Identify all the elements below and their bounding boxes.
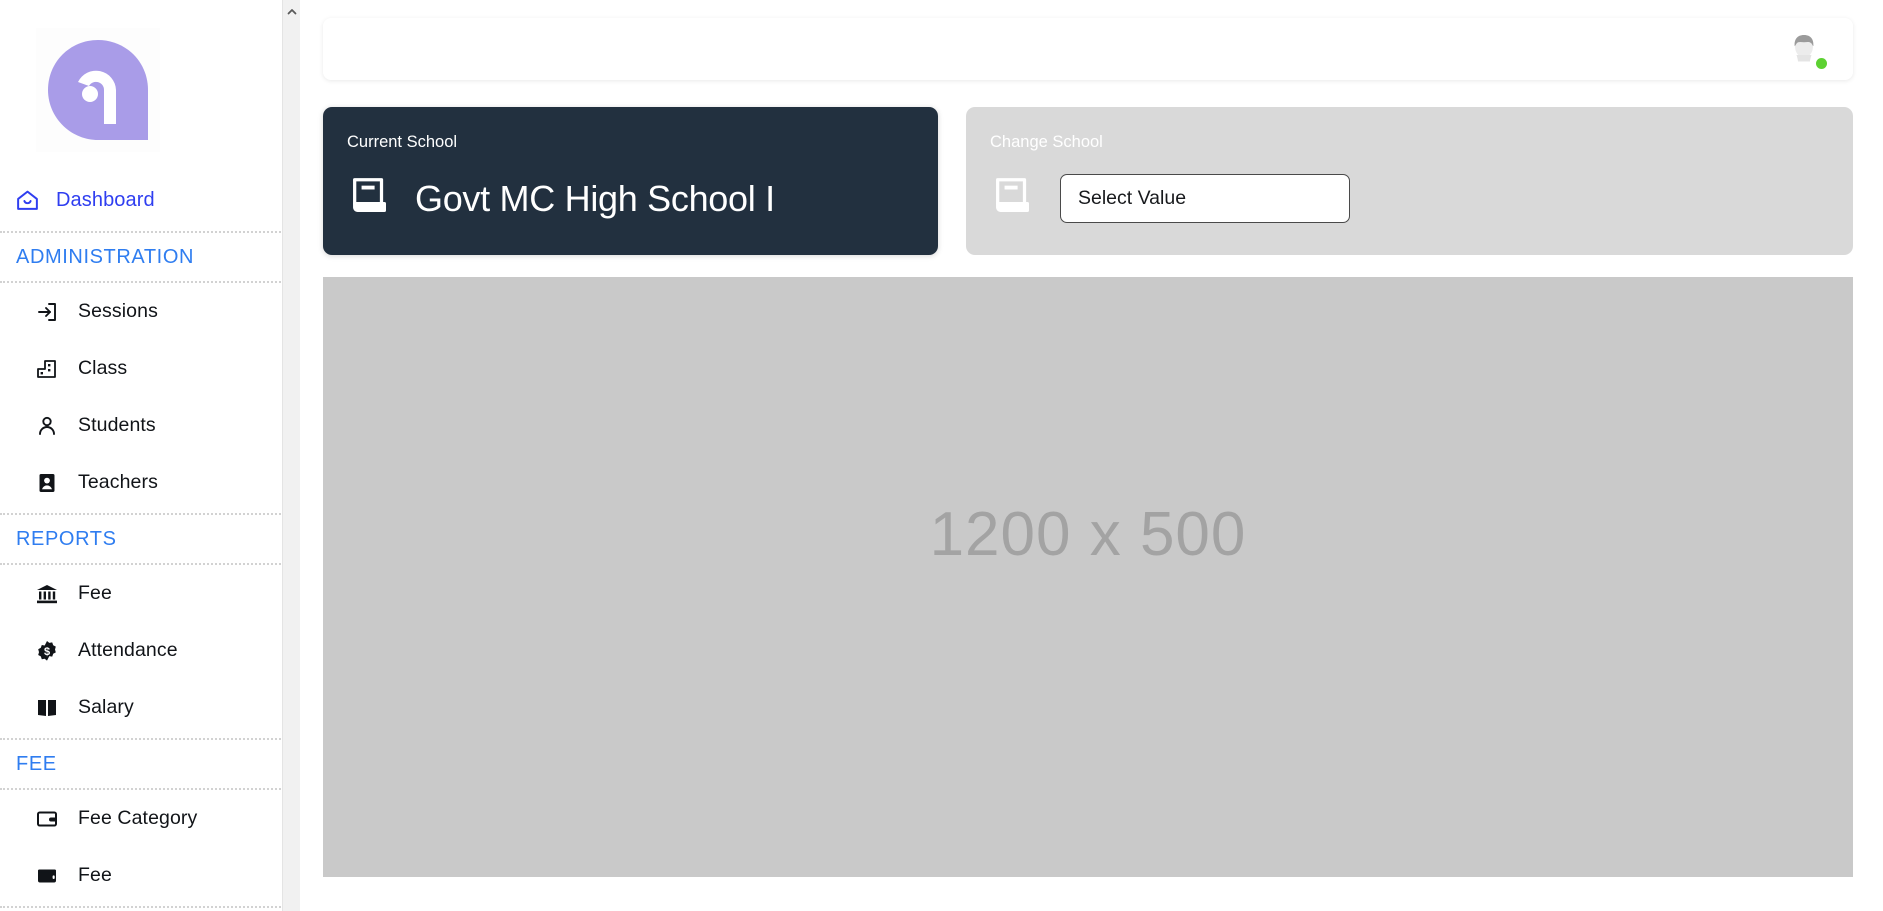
sidebar-section-attendance: ATTENDANCE	[0, 906, 300, 911]
current-school-card: Current School Govt MC High School I	[323, 107, 938, 255]
home-icon	[14, 188, 40, 214]
school-select-input[interactable]: Select Value	[1060, 174, 1350, 223]
sidebar-section-administration: ADMINISTRATION	[0, 231, 300, 283]
book-icon	[347, 173, 393, 224]
card-title: Change School	[990, 133, 1103, 151]
sidebar-section-label: ADMINISTRATION	[16, 245, 195, 268]
logo-container	[0, 0, 300, 172]
sidebar-item-class[interactable]: Class	[0, 340, 300, 397]
sidebar-item-fee-report[interactable]: Fee	[0, 565, 300, 622]
sidebar-scrollbar[interactable]	[282, 0, 300, 911]
top-header-bar	[323, 18, 1853, 80]
sidebar-item-label: Fee	[78, 864, 112, 886]
sidebar: Dashboard ADMINISTRATION Sessions Class …	[0, 0, 300, 911]
login-arrow-icon	[34, 299, 60, 325]
sidebar-item-label: Sessions	[78, 300, 158, 322]
change-school-card: Change School Select Value	[966, 107, 1853, 255]
status-badge	[1816, 58, 1827, 69]
card-body: Govt MC High School I	[347, 173, 912, 224]
main-content: Current School Govt MC High School I Cha…	[300, 0, 1883, 911]
placeholder-label: 1200 x 500	[929, 500, 1247, 569]
sidebar-item-label: Attendance	[78, 639, 178, 661]
sidebar-item-attendance-report[interactable]: $ Attendance	[0, 622, 300, 679]
card-body: Select Value	[990, 173, 1827, 224]
svg-text:$: $	[44, 646, 50, 658]
app-logo-droplet-a-icon	[36, 28, 160, 152]
sidebar-item-label: Students	[78, 414, 156, 436]
building-icon	[34, 356, 60, 382]
chevron-up-icon[interactable]	[283, 3, 300, 21]
app-root: Dashboard ADMINISTRATION Sessions Class …	[0, 0, 1883, 911]
sidebar-item-label: Salary	[78, 696, 134, 718]
dollar-badge-icon: $	[34, 638, 60, 664]
wallet-filled-icon	[34, 863, 60, 889]
sidebar-content: Dashboard ADMINISTRATION Sessions Class …	[0, 0, 300, 911]
school-cards-row: Current School Govt MC High School I Cha…	[323, 107, 1853, 255]
sidebar-item-fee-category[interactable]: Fee Category	[0, 790, 300, 847]
sidebar-item-salary[interactable]: Salary	[0, 679, 300, 736]
sidebar-section-label: REPORTS	[16, 527, 117, 550]
dashboard-placeholder-image: 1200 x 500	[323, 277, 1853, 877]
sidebar-item-fee[interactable]: Fee	[0, 847, 300, 904]
sidebar-section-reports: REPORTS	[0, 513, 300, 565]
sidebar-item-dashboard[interactable]: Dashboard	[0, 172, 300, 229]
contact-card-icon	[34, 470, 60, 496]
sidebar-section-label: FEE	[16, 752, 57, 775]
sidebar-section-fee: FEE	[0, 738, 300, 790]
avatar[interactable]	[1783, 28, 1827, 70]
book-icon	[990, 173, 1036, 224]
sidebar-item-label: Dashboard	[56, 189, 155, 211]
card-title: Current School	[347, 133, 458, 151]
sidebar-item-teachers[interactable]: Teachers	[0, 454, 300, 511]
school-select-value: Select Value	[1078, 187, 1187, 209]
sidebar-item-label: Teachers	[78, 471, 158, 493]
open-book-icon	[34, 695, 60, 721]
bank-icon	[34, 581, 60, 607]
sidebar-item-label: Fee	[78, 582, 112, 604]
sidebar-item-label: Fee Category	[78, 807, 198, 829]
current-school-name: Govt MC High School I	[415, 177, 775, 219]
wallet-outline-icon	[34, 806, 60, 832]
sidebar-item-sessions[interactable]: Sessions	[0, 283, 300, 340]
person-icon	[34, 413, 60, 439]
sidebar-item-students[interactable]: Students	[0, 397, 300, 454]
sidebar-item-label: Class	[78, 357, 128, 379]
